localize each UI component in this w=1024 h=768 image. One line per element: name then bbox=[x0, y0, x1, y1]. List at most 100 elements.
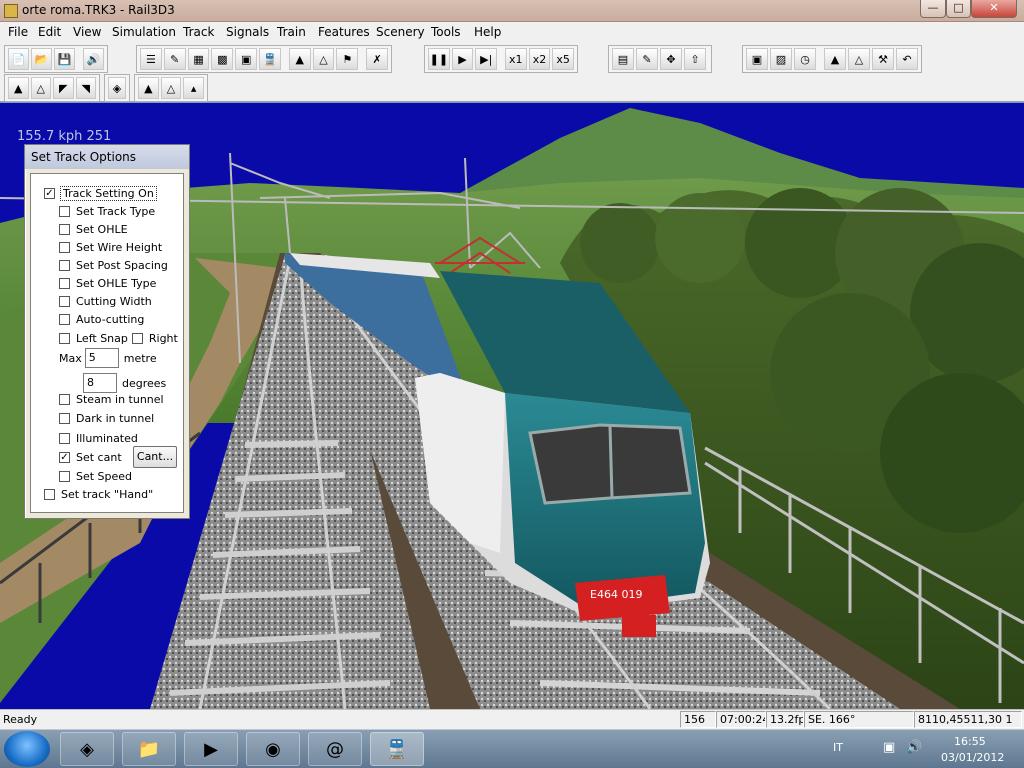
internet-explorer-icon[interactable]: ◈ bbox=[60, 732, 114, 766]
set-cant-row[interactable]: ✓ Set cant bbox=[59, 449, 122, 465]
hill-2-icon[interactable]: △ bbox=[160, 77, 182, 99]
close-button[interactable]: ✕ bbox=[971, 0, 1017, 18]
speed-x1-icon[interactable]: x1 bbox=[504, 48, 527, 70]
menu-help[interactable]: Help bbox=[474, 25, 501, 39]
view-toolbar: ▣ ▨ ◷ ▲ △ ⚒ ↶ bbox=[742, 45, 922, 73]
track-setting-on-checkbox[interactable]: ✓ bbox=[44, 187, 55, 199]
set-ohle-checkbox[interactable] bbox=[59, 223, 70, 235]
audio-icon[interactable]: 🔊 bbox=[82, 48, 104, 70]
notes-icon[interactable]: ▤ bbox=[612, 48, 634, 70]
undo-icon[interactable]: ↶ bbox=[896, 48, 918, 70]
play-icon[interactable]: ▶ bbox=[451, 48, 474, 70]
illuminated-row[interactable]: Illuminated bbox=[59, 430, 138, 446]
camera-icon[interactable]: ▣ bbox=[746, 48, 768, 70]
menu-file[interactable]: File bbox=[8, 25, 28, 39]
hill-1-icon[interactable]: ▲ bbox=[138, 77, 159, 99]
move-icon[interactable]: ✥ bbox=[660, 48, 682, 70]
maximize-button[interactable]: □ bbox=[946, 0, 971, 18]
terrain-smooth-icon[interactable]: ◈ bbox=[108, 77, 126, 99]
max-metre-input[interactable]: 5 bbox=[84, 348, 119, 368]
auto-cutting-checkbox[interactable] bbox=[59, 313, 70, 325]
speed-x2-icon[interactable]: x2 bbox=[528, 48, 551, 70]
left-snap-checkbox[interactable] bbox=[59, 332, 70, 344]
tree-icon[interactable]: ▲ bbox=[288, 48, 311, 70]
start-button[interactable] bbox=[4, 731, 50, 767]
clock-date[interactable]: 03/01/2012 bbox=[941, 751, 1004, 764]
menu-edit[interactable]: Edit bbox=[38, 25, 61, 39]
set-post-spacing-checkbox[interactable] bbox=[59, 259, 70, 271]
set-ohle-type-checkbox[interactable] bbox=[59, 277, 70, 289]
pencil-icon[interactable]: ✎ bbox=[163, 48, 186, 70]
grid-icon[interactable]: ▩ bbox=[211, 48, 234, 70]
set-speed-checkbox[interactable] bbox=[59, 470, 70, 482]
terrain-add-icon[interactable]: ▲ bbox=[8, 77, 29, 99]
minimize-button[interactable]: — bbox=[920, 0, 946, 18]
delete-icon[interactable]: ✗ bbox=[366, 48, 388, 70]
edit-notes-icon[interactable]: ✎ bbox=[636, 48, 658, 70]
set-track-type-row[interactable]: Set Track Type bbox=[59, 203, 155, 219]
pause-icon[interactable]: ❚❚ bbox=[428, 48, 450, 70]
hill-3-icon[interactable]: ▴ bbox=[183, 77, 205, 99]
auto-cutting-row[interactable]: Auto-cutting bbox=[59, 311, 144, 327]
set-speed-row[interactable]: Set Speed bbox=[59, 468, 132, 484]
track-setting-on-row[interactable]: ✓ Track Setting On bbox=[44, 185, 157, 201]
paint-icon[interactable]: ◉ bbox=[246, 732, 300, 766]
set-wire-height-checkbox[interactable] bbox=[59, 241, 70, 253]
menu-scenery[interactable]: Scenery bbox=[376, 25, 425, 39]
menu-train[interactable]: Train bbox=[277, 25, 306, 39]
menu-signals[interactable]: Signals bbox=[226, 25, 269, 39]
language-indicator[interactable]: IT bbox=[833, 741, 843, 754]
illuminated-checkbox[interactable] bbox=[59, 432, 70, 444]
speed-x5-icon[interactable]: x5 bbox=[552, 48, 575, 70]
set-track-hand-checkbox[interactable] bbox=[44, 488, 55, 500]
volume-icon[interactable]: 🔊 bbox=[906, 740, 922, 755]
wrench-icon[interactable]: ⚒ bbox=[872, 48, 894, 70]
set-track-type-checkbox[interactable] bbox=[59, 205, 70, 217]
set-post-spacing-row[interactable]: Set Post Spacing bbox=[59, 257, 168, 273]
mountain-icon[interactable]: ▲ bbox=[824, 48, 846, 70]
train-add-icon[interactable]: 🚆 bbox=[259, 48, 281, 70]
menu-view[interactable]: View bbox=[73, 25, 101, 39]
email-icon[interactable]: @ bbox=[308, 732, 362, 766]
feature-icon[interactable]: ⚑ bbox=[336, 48, 359, 70]
set-ohle-row[interactable]: Set OHLE bbox=[59, 221, 128, 237]
left-snap-row[interactable]: Left Snap Right bbox=[59, 330, 178, 346]
set-wire-height-row[interactable]: Set Wire Height bbox=[59, 239, 162, 255]
cant-button[interactable]: Cant... bbox=[133, 446, 177, 468]
save-icon[interactable]: 💾 bbox=[54, 48, 76, 70]
steam-in-tunnel-checkbox[interactable] bbox=[59, 393, 70, 405]
cutting-width-row[interactable]: Cutting Width bbox=[59, 293, 152, 309]
steam-in-tunnel-row[interactable]: Steam in tunnel bbox=[59, 391, 164, 407]
step-icon[interactable]: ▶| bbox=[475, 48, 498, 70]
open-folder-icon[interactable]: 📂 bbox=[31, 48, 53, 70]
dark-in-tunnel-checkbox[interactable] bbox=[59, 412, 70, 424]
file-explorer-icon[interactable]: 📁 bbox=[122, 732, 176, 766]
right-checkbox[interactable] bbox=[131, 332, 143, 344]
menu-track[interactable]: Track bbox=[183, 25, 214, 39]
dark-in-tunnel-row[interactable]: Dark in tunnel bbox=[59, 410, 154, 426]
set-cant-checkbox[interactable]: ✓ bbox=[59, 451, 70, 463]
set-ohle-type-row[interactable]: Set OHLE Type bbox=[59, 275, 156, 291]
vehicle-icon[interactable]: ▨ bbox=[770, 48, 792, 70]
mountain-edit-icon[interactable]: △ bbox=[848, 48, 870, 70]
arrow-up-icon[interactable]: ⇧ bbox=[684, 48, 706, 70]
menu-tools[interactable]: Tools bbox=[431, 25, 461, 39]
menu-simulation[interactable]: Simulation bbox=[112, 25, 176, 39]
new-file-icon[interactable]: 📄 bbox=[8, 48, 30, 70]
network-icon[interactable]: ▣ bbox=[883, 740, 895, 755]
rail3d-taskbar-icon[interactable]: 🚆 bbox=[370, 732, 424, 766]
media-player-icon[interactable]: ▶ bbox=[184, 732, 238, 766]
menu-features[interactable]: Features bbox=[318, 25, 370, 39]
tree-delete-icon[interactable]: △ bbox=[312, 48, 335, 70]
cutting-width-checkbox[interactable] bbox=[59, 295, 70, 307]
set-track-hand-row[interactable]: Set track "Hand" bbox=[44, 486, 153, 502]
track-tool-icon[interactable]: ☰ bbox=[140, 48, 162, 70]
degrees-input[interactable]: 8 bbox=[83, 373, 117, 393]
label-icon[interactable]: ▣ bbox=[235, 48, 258, 70]
terrain-delete-icon[interactable]: △ bbox=[30, 77, 51, 99]
clock-icon[interactable]: ◷ bbox=[794, 48, 816, 70]
track-edit-icon[interactable]: ▦ bbox=[187, 48, 210, 70]
terrain-raise-icon[interactable]: ◤ bbox=[53, 77, 74, 99]
terrain-lower-icon[interactable]: ◥ bbox=[75, 77, 96, 99]
clock-time[interactable]: 16:55 bbox=[954, 735, 986, 748]
